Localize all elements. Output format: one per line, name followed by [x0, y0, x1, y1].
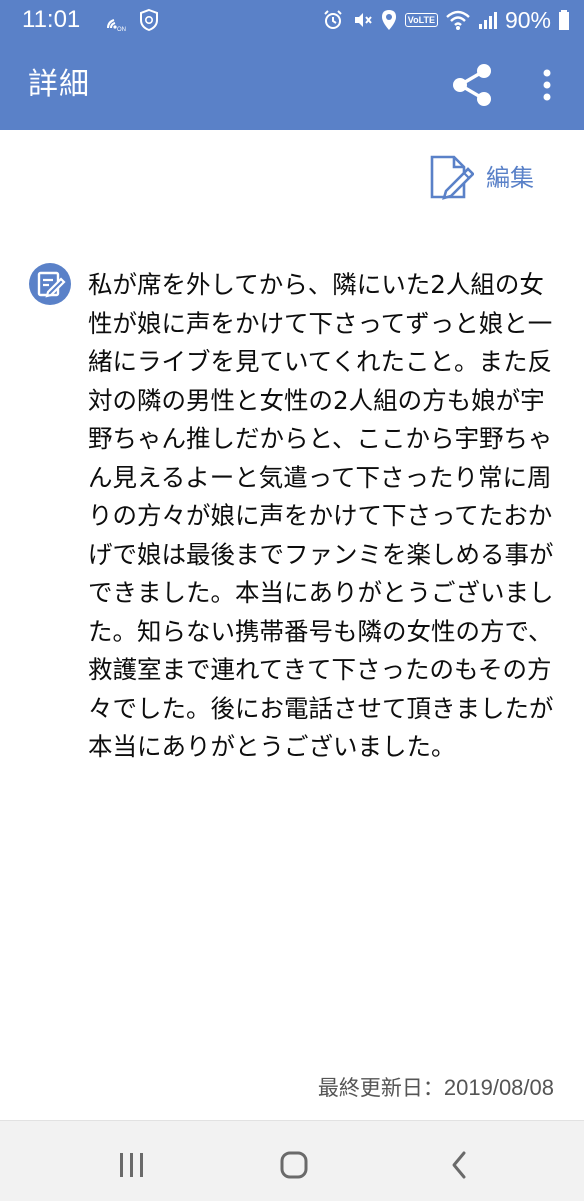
navigation-bar	[0, 1120, 584, 1201]
status-time: 11:01	[22, 6, 81, 33]
svg-text:ON: ON	[117, 27, 126, 32]
recent-apps-icon	[120, 1153, 143, 1177]
back-icon	[452, 1151, 466, 1179]
last-updated-date: 2019/08/08	[443, 1075, 554, 1100]
shield-icon	[140, 8, 158, 32]
alarm-icon	[324, 10, 342, 29]
more-vertical-icon	[543, 69, 551, 101]
location-icon	[381, 10, 396, 30]
share-icon	[453, 64, 491, 106]
edit-button[interactable]: 編集	[428, 150, 558, 206]
home-button[interactable]	[270, 1143, 318, 1187]
battery-icon	[559, 10, 569, 30]
edit-label: 編集	[486, 164, 534, 192]
last-updated-label: 最終更新日：	[317, 1076, 444, 1100]
memo-body: 私が席を外してから、隣にいた2人組の女性が娘に声をかけて下さってずっと娘と一緒に…	[88, 270, 554, 761]
page-title: 詳細	[28, 67, 90, 102]
home-icon	[280, 1151, 308, 1179]
edit-note-icon	[430, 155, 474, 200]
recent-apps-button[interactable]	[108, 1145, 156, 1185]
status-right-icons: VoLTE 90%	[322, 4, 570, 36]
share-button[interactable]	[448, 62, 498, 108]
app-bar: 詳細	[0, 40, 584, 130]
volte-badge: VoLTE	[404, 13, 438, 27]
wifi-calling-icon: ON	[107, 19, 126, 32]
mute-icon	[354, 13, 372, 27]
last-updated: 最終更新日：2019/08/08	[318, 1072, 554, 1104]
battery-percent: 90%	[504, 7, 551, 33]
status-left-icons: ON	[104, 8, 160, 32]
memo-icon	[28, 262, 72, 306]
signal-icon	[478, 12, 497, 29]
wifi-icon	[446, 10, 470, 30]
status-bar: 11:01 ON VoLTE 90%	[0, 0, 584, 40]
more-options-button[interactable]	[532, 62, 562, 108]
back-button[interactable]	[438, 1143, 482, 1187]
